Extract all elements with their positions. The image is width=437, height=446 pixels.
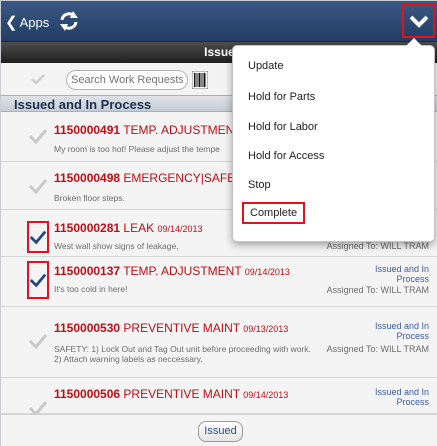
nav-bar: ❮ Apps xyxy=(1,1,437,42)
menu-item-hold-for-access[interactable]: Hold for Access xyxy=(248,150,324,162)
row-assigned: Assigned To: WILL TRAM xyxy=(326,344,429,354)
row-check[interactable] xyxy=(27,126,49,146)
issued-filter-button[interactable]: Issued xyxy=(198,421,243,442)
check-icon xyxy=(28,334,48,349)
work-order-date: 09/14/2013 xyxy=(157,224,203,234)
actions-menu-button[interactable] xyxy=(402,3,435,38)
work-order-type: PREVENTIVE MAINT xyxy=(123,321,240,335)
work-order-number: 1150000530 xyxy=(54,321,121,335)
row-description: My room is too hot! Please adjust the te… xyxy=(54,144,220,154)
work-order-number: 1150000506 xyxy=(54,387,121,401)
row-title: 1150000498 EMERGENCY|SAFETY xyxy=(54,171,251,185)
row-status: Issued and In Process xyxy=(374,264,429,284)
chevron-left-icon: ❮ xyxy=(5,13,18,31)
menu-item-complete[interactable]: Complete xyxy=(242,202,306,224)
select-all-check-icon[interactable] xyxy=(31,74,45,84)
apps-back-label: Apps xyxy=(19,14,50,30)
work-order-type: TEMP. ADJUSTMENT xyxy=(123,123,242,137)
dropdown-caret xyxy=(406,38,422,46)
work-order-date: 09/13/2013 xyxy=(243,324,289,334)
menu-item-stop[interactable]: Stop xyxy=(248,179,271,191)
check-icon xyxy=(29,273,47,288)
row-description: Broken floor steps. xyxy=(54,193,125,203)
section-title: Issued and In Process xyxy=(14,97,152,112)
search-input[interactable] xyxy=(66,70,188,90)
row-title: 1150000491 TEMP. ADJUSTMENT xyxy=(54,123,242,137)
work-order-date: 09/14/2013 xyxy=(244,267,290,277)
list-item[interactable]: 1150000137 TEMP. ADJUSTMENT 09/14/2013 I… xyxy=(1,257,437,307)
row-status: Issued and In Process xyxy=(374,387,429,407)
actions-dropdown-menu: Update Hold for Parts Hold for Labor Hol… xyxy=(232,38,435,242)
row-description: West wall show signs of leakage. xyxy=(54,241,179,251)
row-status: Issued and In Process xyxy=(374,321,429,341)
menu-item-hold-for-parts[interactable]: Hold for Parts xyxy=(248,91,315,103)
barcode-scan-icon[interactable] xyxy=(192,71,208,89)
check-icon xyxy=(29,230,47,245)
work-order-number: 1150000281 xyxy=(54,221,121,235)
work-order-type: PREVENTIVE MAINT xyxy=(123,387,240,401)
work-order-type: LEAK xyxy=(123,221,155,235)
refresh-icon[interactable] xyxy=(58,10,80,32)
row-assigned: Assigned To: WILL TRAM xyxy=(326,285,429,295)
row-description: It's too cold in here! xyxy=(54,284,128,294)
row-title: 1150000137 TEMP. ADJUSTMENT 09/14/2013 xyxy=(54,264,290,278)
row-title: 1150000530 PREVENTIVE MAINT 09/13/2013 xyxy=(54,321,288,335)
menu-item-hold-for-labor[interactable]: Hold for Labor xyxy=(248,121,318,133)
row-check-selected[interactable] xyxy=(27,261,49,299)
row-title: 1150000506 PREVENTIVE MAINT 09/14/2013 xyxy=(54,387,288,401)
app-frame: ❮ Apps Issue Search Work Requests Issued… xyxy=(0,0,437,446)
bottom-toolbar: Issued xyxy=(1,414,437,446)
menu-item-update[interactable]: Update xyxy=(248,60,283,72)
work-order-number: 1150000498 xyxy=(54,171,121,185)
chevron-down-icon xyxy=(409,15,428,28)
check-icon xyxy=(28,129,48,144)
row-check[interactable] xyxy=(27,176,49,196)
list-item[interactable]: 1150000506 PREVENTIVE MAINT 09/14/2013 I… xyxy=(1,378,437,416)
list-item[interactable]: 1150000530 PREVENTIVE MAINT 09/13/2013 S… xyxy=(1,307,437,378)
row-description: SAFETY: 1) Lock Out and Tag Out unit bef… xyxy=(54,344,311,364)
work-order-number: 1150000491 xyxy=(54,123,121,137)
work-order-number: 1150000137 xyxy=(54,264,121,278)
row-assigned: Assigned To: WILL TRAM xyxy=(326,241,429,251)
apps-back-button[interactable]: ❮ Apps xyxy=(5,12,49,32)
check-icon xyxy=(28,179,48,194)
row-title: 1150000281 LEAK 09/14/2013 xyxy=(54,221,203,235)
work-order-date: 09/14/2013 xyxy=(243,390,289,400)
work-order-type: TEMP. ADJUSTMENT xyxy=(123,264,242,278)
row-check[interactable] xyxy=(27,331,49,351)
row-check-selected[interactable] xyxy=(27,221,49,253)
